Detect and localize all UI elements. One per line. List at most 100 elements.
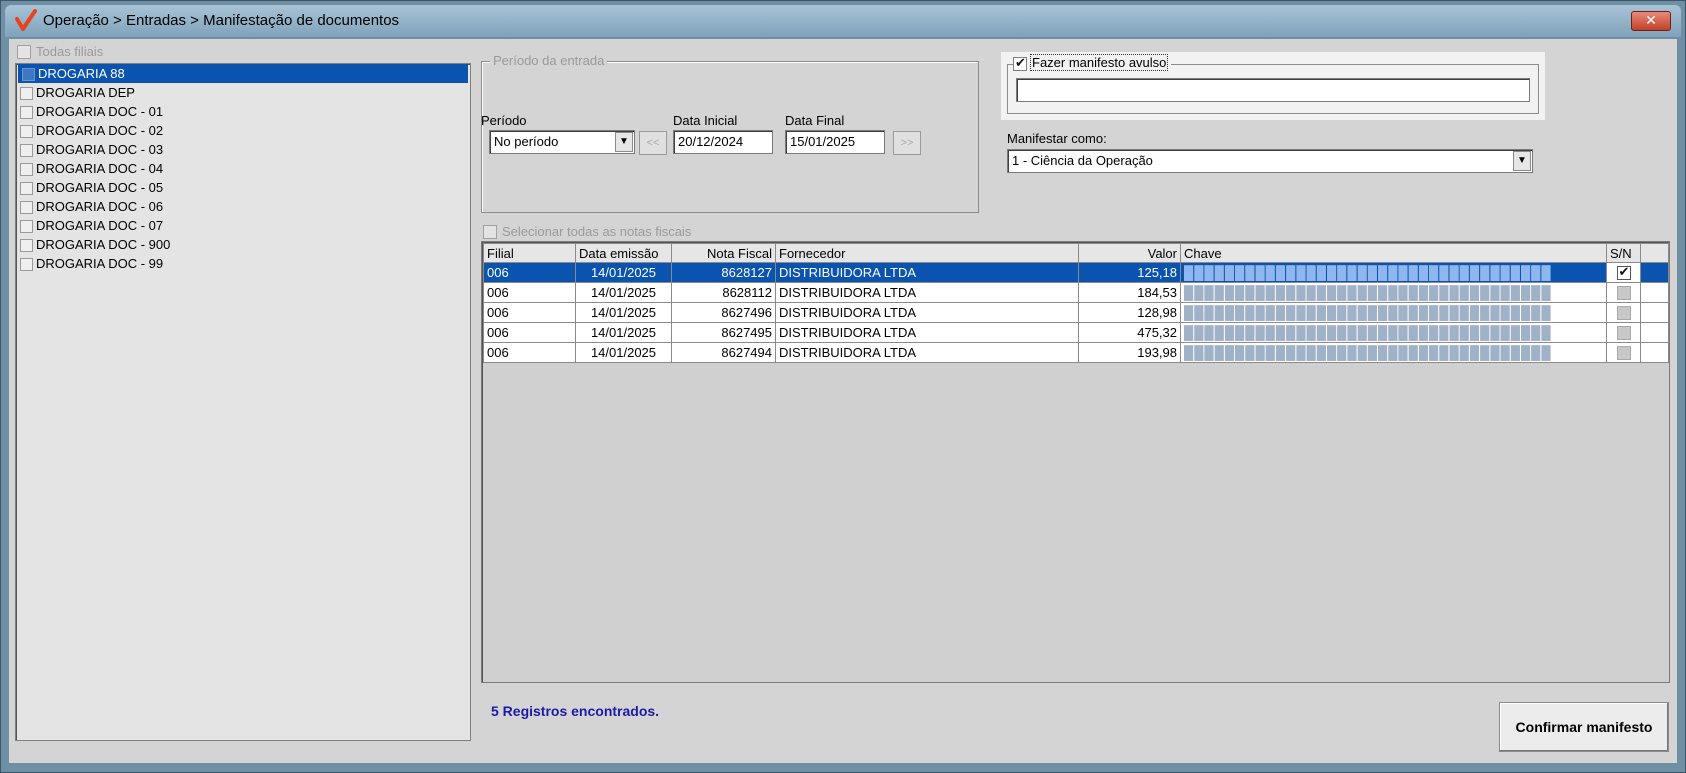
cell-nota-fiscal[interactable]: 8627494 <box>671 342 776 363</box>
filial-list[interactable]: DROGARIA 88 DROGARIA DEP DROGARIA DOC - 01… <box>15 63 471 741</box>
all-filiais-toggle[interactable]: Todas filiais <box>17 43 103 61</box>
data-inicial-input[interactable]: 20/12/2024 <box>673 130 773 154</box>
sn-checkbox[interactable] <box>1616 264 1631 281</box>
cell-chave[interactable]: ████████████████████████████████████ <box>1180 322 1607 343</box>
cell-chave[interactable]: ████████████████████████████████████ <box>1180 302 1607 323</box>
col-header-data-emissao[interactable]: Data emissão <box>575 243 672 263</box>
table-row[interactable]: 006 14/01/2025 8627494 DISTRIBUIDORA LTDA 19… <box>483 342 1669 363</box>
col-header-fornecedor[interactable]: Fornecedor <box>775 243 1079 263</box>
cell-fornecedor[interactable]: DISTRIBUIDORA LTDA <box>775 262 1079 283</box>
cell-valor[interactable]: 475,32 <box>1078 322 1181 343</box>
app-window: Operação > Entradas > Manifestação de do… <box>0 0 1686 773</box>
filial-item[interactable]: DROGARIA DOC - 99 <box>16 254 470 273</box>
filial-checkbox[interactable] <box>20 201 33 215</box>
filial-item[interactable]: DROGARIA DOC - 03 <box>16 140 470 159</box>
cell-sn[interactable] <box>1606 262 1641 283</box>
sn-checkbox[interactable] <box>1616 286 1631 301</box>
cell-chave[interactable]: ████████████████████████████████████ <box>1180 342 1607 363</box>
data-inicial-label: Data Inicial <box>673 113 738 128</box>
cell-data-emissao[interactable]: 14/01/2025 <box>575 302 672 323</box>
cell-sn[interactable] <box>1606 302 1641 323</box>
avulso-checkbox[interactable] <box>1013 55 1027 71</box>
col-header-filial[interactable]: Filial <box>483 243 576 263</box>
filial-item[interactable]: DROGARIA DEP <box>16 83 470 102</box>
table-row[interactable]: 006 14/01/2025 8628127 DISTRIBUIDORA LTDA 12… <box>483 262 1669 283</box>
filial-item[interactable]: DROGARIA DOC - 04 <box>16 159 470 178</box>
cell-nota-fiscal[interactable]: 8628127 <box>671 262 776 283</box>
cell-filial[interactable]: 006 <box>483 342 576 363</box>
filial-checkbox[interactable] <box>22 68 35 82</box>
cell-fornecedor[interactable]: DISTRIBUIDORA LTDA <box>775 302 1079 323</box>
filial-label: DROGARIA DOC - 07 <box>36 218 164 233</box>
close-icon: ✕ <box>1645 12 1657 28</box>
cell-valor[interactable]: 193,98 <box>1078 342 1181 363</box>
cell-filial[interactable]: 006 <box>483 262 576 283</box>
sn-checkbox[interactable] <box>1616 326 1631 341</box>
filial-item[interactable]: DROGARIA DOC - 05 <box>16 178 470 197</box>
cell-filial[interactable]: 006 <box>483 322 576 343</box>
manifestar-select[interactable]: 1 - Ciência da Operação ▼ <box>1007 149 1533 173</box>
cell-data-emissao[interactable]: 14/01/2025 <box>575 282 672 303</box>
cell-nota-fiscal[interactable]: 8627496 <box>671 302 776 323</box>
cell-fornecedor[interactable]: DISTRIBUIDORA LTDA <box>775 282 1079 303</box>
filial-checkbox[interactable] <box>20 182 33 196</box>
cell-valor[interactable]: 125,18 <box>1078 262 1181 283</box>
cell-filial[interactable]: 006 <box>483 282 576 303</box>
filial-checkbox[interactable] <box>20 220 33 234</box>
col-header-valor[interactable]: Valor <box>1078 243 1181 263</box>
filial-checkbox[interactable] <box>20 106 33 120</box>
filial-label: DROGARIA DOC - 900 <box>36 237 171 252</box>
notas-grid[interactable]: Filial Data emissão Nota Fiscal Forneced… <box>481 241 1670 683</box>
table-row[interactable]: 006 14/01/2025 8628112 DISTRIBUIDORA LTDA 18… <box>483 282 1669 303</box>
filial-label: DROGARIA DOC - 04 <box>36 161 164 176</box>
close-button[interactable]: ✕ <box>1631 11 1671 31</box>
cell-sn[interactable] <box>1606 282 1641 303</box>
filial-item[interactable]: DROGARIA DOC - 01 <box>16 102 470 121</box>
periodo-select[interactable]: No período ▼ <box>489 130 635 154</box>
filial-item[interactable]: DROGARIA DOC - 06 <box>16 197 470 216</box>
cell-data-emissao[interactable]: 14/01/2025 <box>575 342 672 363</box>
prev-period-button[interactable]: << <box>639 131 667 155</box>
cell-sn[interactable] <box>1606 342 1641 363</box>
filial-checkbox[interactable] <box>20 87 33 101</box>
data-final-input[interactable]: 15/01/2025 <box>785 130 885 154</box>
table-row[interactable]: 006 14/01/2025 8627496 DISTRIBUIDORA LTDA 12… <box>483 302 1669 323</box>
sn-checkbox[interactable] <box>1616 306 1631 321</box>
cell-fornecedor[interactable]: DISTRIBUIDORA LTDA <box>775 342 1079 363</box>
filial-checkbox[interactable] <box>20 125 33 139</box>
avulso-toggle[interactable]: Fazer manifesto avulso <box>1013 54 1172 71</box>
filial-item[interactable]: DROGARIA 88 <box>18 64 468 83</box>
cell-chave[interactable]: ████████████████████████████████████ <box>1180 262 1607 283</box>
sn-checkbox[interactable] <box>1616 346 1631 361</box>
cell-nota-fiscal[interactable]: 8628112 <box>671 282 776 303</box>
select-all-notes-checkbox[interactable] <box>483 224 497 239</box>
filial-checkbox[interactable] <box>20 163 33 177</box>
filial-item[interactable]: DROGARIA DOC - 02 <box>16 121 470 140</box>
all-filiais-checkbox[interactable] <box>17 44 31 59</box>
table-row[interactable]: 006 14/01/2025 8627495 DISTRIBUIDORA LTDA 47… <box>483 322 1669 343</box>
data-final-label: Data Final <box>785 113 845 128</box>
cell-valor[interactable]: 184,53 <box>1078 282 1181 303</box>
cell-data-emissao[interactable]: 14/01/2025 <box>575 262 672 283</box>
chevron-down-icon[interactable]: ▼ <box>615 132 633 152</box>
filial-checkbox[interactable] <box>20 258 33 272</box>
col-header-chave[interactable]: Chave <box>1180 243 1607 263</box>
cell-filial[interactable]: 006 <box>483 302 576 323</box>
next-period-button[interactable]: >> <box>893 131 921 155</box>
cell-valor[interactable]: 128,98 <box>1078 302 1181 323</box>
confirm-manifest-button[interactable]: Confirmar manifesto <box>1499 702 1669 752</box>
filial-item[interactable]: DROGARIA DOC - 07 <box>16 216 470 235</box>
filial-checkbox[interactable] <box>20 239 33 253</box>
filial-checkbox[interactable] <box>20 144 33 158</box>
col-header-nota-fiscal[interactable]: Nota Fiscal <box>671 243 776 263</box>
cell-data-emissao[interactable]: 14/01/2025 <box>575 322 672 343</box>
cell-fornecedor[interactable]: DISTRIBUIDORA LTDA <box>775 322 1079 343</box>
chevron-down-icon[interactable]: ▼ <box>1513 151 1531 171</box>
cell-sn[interactable] <box>1606 322 1641 343</box>
col-header-sn[interactable]: S/N <box>1606 243 1641 263</box>
filial-item[interactable]: DROGARIA DOC - 900 <box>16 235 470 254</box>
cell-nota-fiscal[interactable]: 8627495 <box>671 322 776 343</box>
cell-chave[interactable]: ████████████████████████████████████ <box>1180 282 1607 303</box>
avulso-input[interactable] <box>1016 78 1530 102</box>
select-all-notes-toggle[interactable]: Selecionar todas as notas fiscais <box>483 223 691 239</box>
